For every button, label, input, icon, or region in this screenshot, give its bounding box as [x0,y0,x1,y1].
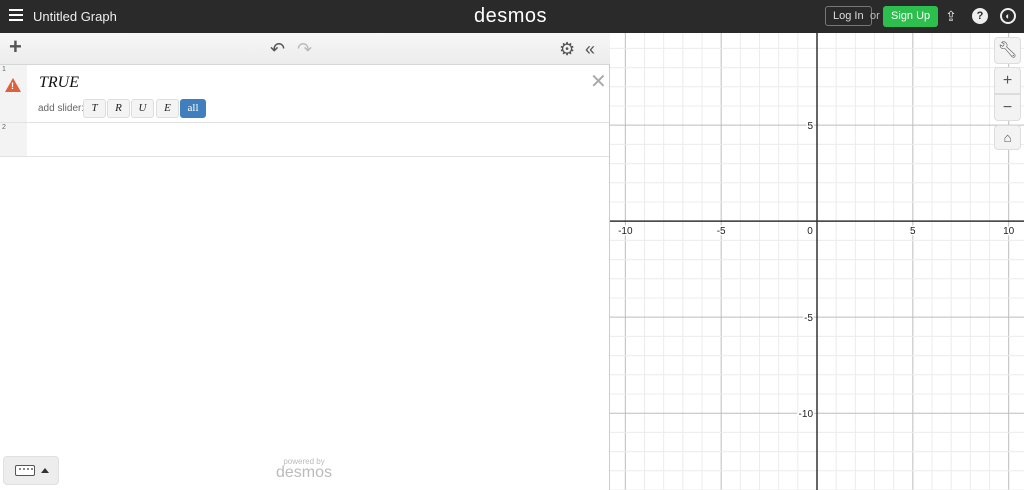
keyboard-icon [15,465,35,476]
desmos-logo: desmos [474,5,548,27]
slider-button-e[interactable]: E [156,99,179,118]
globe-icon[interactable]: ◐ [1000,8,1016,24]
share-icon[interactable]: ⇪ [943,8,959,24]
y-tick-label: 5 [807,121,813,132]
top-bar: Untitled Graph desmos Log In or Sign Up … [0,0,1024,33]
graph-canvas[interactable]: -10 -5 0 5 10 5 -5 -10 [610,33,1024,490]
zoom-out-button[interactable]: − [994,94,1021,121]
expression-item[interactable]: 2 [0,123,609,157]
login-button[interactable]: Log In [825,6,872,26]
caret-up-icon [41,468,49,473]
add-slider-label: add slider: [38,103,85,114]
expression-index: 1 [2,66,6,73]
menu-icon[interactable] [9,9,23,21]
warning-icon[interactable]: ! [5,78,21,92]
expression-input[interactable]: TRUE [39,74,79,92]
keyboard-toggle-button[interactable] [3,456,59,485]
x-tick-label: -10 [618,226,633,237]
y-tick-label: -5 [804,313,813,324]
powered-by-brand: desmos [276,464,333,481]
expression-index: 2 [2,124,6,131]
graph-settings-wrench-icon[interactable]: 🔧︎ [994,37,1021,64]
x-tick-label: 0 [807,226,813,237]
slider-button-t[interactable]: T [83,99,106,118]
powered-by-desmos[interactable]: powered by desmos [276,457,333,481]
settings-gear-icon[interactable]: ⚙ [559,39,575,59]
y-tick-label: -10 [799,409,814,420]
slider-button-u[interactable]: U [131,99,154,118]
slider-button-all[interactable]: all [180,99,206,118]
home-icon[interactable]: ⌂ [994,125,1021,150]
expression-item[interactable]: 1 ! TRUE add slider: T R U E all ✕ [0,65,609,123]
expression-toolbar: + ↶ ↷ ⚙ « [0,33,610,65]
expression-list: 1 ! TRUE add slider: T R U E all ✕ 2 [0,65,610,490]
zoom-in-button[interactable]: + [994,67,1021,94]
x-tick-label: -5 [717,226,726,237]
expression-gutter: 1 ! [0,65,27,122]
delete-expression-icon[interactable]: ✕ [590,69,607,94]
signup-button[interactable]: Sign Up [883,6,939,27]
slider-button-r[interactable]: R [107,99,130,118]
x-tick-label: 10 [1003,226,1015,237]
help-icon[interactable]: ? [972,8,988,24]
x-tick-label: 5 [910,226,916,237]
collapse-list-button[interactable]: « [585,39,595,59]
redo-button[interactable]: ↷ [297,39,312,59]
add-expression-button[interactable]: + [9,36,22,58]
or-text: or [870,10,880,22]
expression-gutter: 2 [0,123,27,156]
undo-button[interactable]: ↶ [270,39,285,59]
graph-title[interactable]: Untitled Graph [33,9,117,24]
